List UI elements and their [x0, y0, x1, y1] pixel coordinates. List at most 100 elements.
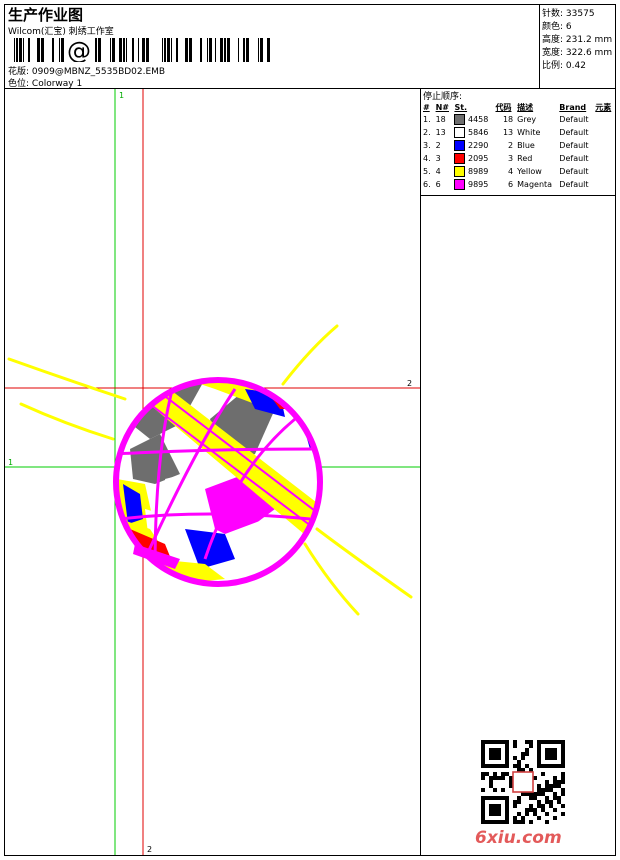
- color-table: # N# St. 代码 描述 Brand 元素 1. 18 4458 18 Grey D…: [421, 101, 615, 191]
- row-desc: Red: [517, 154, 533, 163]
- color-table-header: # N# St. 代码 描述 Brand 元素: [421, 101, 615, 113]
- row-code: 4: [508, 167, 514, 176]
- row-code: 13: [502, 128, 514, 137]
- qr-code-image: [481, 740, 565, 824]
- row-index: 4.: [423, 154, 431, 163]
- row-needle: 2: [435, 141, 441, 150]
- stitch-value: 9895: [467, 180, 489, 189]
- color-swatch: [454, 114, 466, 125]
- stitch-value: 2095: [467, 154, 489, 163]
- row-element: [593, 113, 615, 126]
- guide-label-v2: 2: [147, 845, 152, 854]
- barcode-image: @: [14, 38, 270, 62]
- row-stitches: 4458: [452, 113, 493, 126]
- thread-line: [7, 357, 127, 401]
- row-stitches: 9895: [452, 178, 493, 191]
- row-desc: Yellow: [517, 167, 542, 176]
- colorway-value: Colorway 1: [31, 79, 83, 89]
- row-element: [593, 165, 615, 178]
- col-brand: Brand: [559, 102, 587, 112]
- header-panel: 生产作业图 Wilcom(汇宝) 刺绣工作室 @ 花版: 0909@MBNZ_5…: [5, 5, 540, 89]
- stats-panel: 针数: 33575 颜色: 6 高度: 231.2 mm 宽度: 322.6 m…: [540, 5, 615, 89]
- row-desc: Grey: [517, 115, 537, 124]
- seal-icon: [512, 771, 534, 793]
- row-needle: 3: [435, 154, 441, 163]
- col-code: 代码: [495, 102, 512, 112]
- color-sequence-panel: 停止顺序: # N# St. 代码 描述 Brand 元素 1. 18 4458 1…: [421, 89, 615, 855]
- row-desc: Blue: [517, 141, 535, 150]
- divider: [421, 195, 615, 196]
- stitch-count: 针数: 33575: [542, 9, 595, 19]
- company-name: Wilcom(汇宝) 刺绣工作室: [8, 27, 114, 37]
- col-desc: 描述: [517, 102, 534, 112]
- design-width: 宽度: 322.6 mm: [542, 48, 613, 58]
- color-row: 3. 2 2290 2 Blue Default: [421, 139, 615, 152]
- row-needle: 6: [435, 180, 441, 189]
- row-stitches: 2290: [452, 139, 493, 152]
- design-height: 高度: 231.2 mm: [542, 35, 613, 45]
- stitch-value: 2290: [467, 141, 489, 150]
- col-index: #: [423, 102, 430, 112]
- row-index: 3.: [423, 141, 431, 150]
- row-brand: Default: [559, 154, 589, 163]
- watermark-logo: 6xiu.com: [475, 828, 562, 848]
- thread-line: [281, 324, 339, 386]
- thread-line: [19, 402, 115, 441]
- row-element: [593, 152, 615, 165]
- row-brand: Default: [559, 115, 589, 124]
- thread-line: [315, 527, 413, 599]
- guide-label-h2: 2: [407, 379, 412, 388]
- barcode-symbol: @: [67, 38, 91, 62]
- row-needle: 13: [435, 128, 446, 137]
- col-needle: N#: [435, 102, 449, 112]
- row-stitches: 2095: [452, 152, 493, 165]
- page-title: 生产作业图: [8, 6, 84, 24]
- row-brand: Default: [559, 128, 589, 137]
- design-canvas: 1 2 2 1: [5, 89, 421, 855]
- row-stitches: 8989: [452, 165, 493, 178]
- production-sheet: 生产作业图 Wilcom(汇宝) 刺绣工作室 @ 花版: 0909@MBNZ_5…: [4, 4, 616, 856]
- color-row: 4. 3 2095 3 Red Default: [421, 152, 615, 165]
- row-brand: Default: [559, 141, 589, 150]
- row-code: 6: [508, 180, 514, 189]
- row-brand: Default: [559, 180, 589, 189]
- row-code: 2: [508, 141, 514, 150]
- row-code: 18: [502, 115, 514, 124]
- row-needle: 18: [435, 115, 446, 124]
- col-element: 元素: [595, 102, 612, 112]
- color-row: 5. 4 8989 4 Yellow Default: [421, 165, 615, 178]
- color-row: 1. 18 4458 18 Grey Default: [421, 113, 615, 126]
- col-stitches: St.: [454, 102, 468, 112]
- row-index: 1.: [423, 115, 431, 124]
- stitch-value: 8989: [467, 167, 489, 176]
- color-row: 6. 6 9895 6 Magenta Default: [421, 178, 615, 191]
- row-index: 6.: [423, 180, 431, 189]
- stitch-value: 4458: [467, 115, 489, 124]
- row-element: [593, 178, 615, 191]
- row-element: [593, 139, 615, 152]
- row-code: 3: [508, 154, 514, 163]
- row-needle: 4: [435, 167, 441, 176]
- row-index: 2.: [423, 128, 431, 137]
- color-swatch: [454, 140, 466, 151]
- row-index: 5.: [423, 167, 431, 176]
- colorway-line: 色位: Colorway 1: [8, 76, 82, 89]
- row-element: [593, 126, 615, 139]
- color-swatch: [454, 179, 466, 190]
- globe-design: [113, 377, 323, 587]
- embroidery-preview: 1 2 2 1: [5, 89, 420, 855]
- row-brand: Default: [559, 167, 589, 176]
- guide-label-v1: 1: [119, 91, 124, 100]
- color-swatch: [454, 127, 466, 138]
- row-stitches: 5846: [452, 126, 493, 139]
- color-swatch: [454, 166, 466, 177]
- color-count: 颜色: 6: [542, 22, 572, 32]
- scale-ratio: 比例: 0.42: [542, 61, 586, 71]
- guide-label-h1: 1: [8, 458, 13, 467]
- row-desc: White: [517, 128, 541, 137]
- colorway-label: 色位:: [8, 79, 30, 89]
- row-desc: Magenta: [517, 180, 553, 189]
- color-swatch: [454, 153, 466, 164]
- color-row: 2. 13 5846 13 White Default: [421, 126, 615, 139]
- stitch-value: 5846: [467, 128, 489, 137]
